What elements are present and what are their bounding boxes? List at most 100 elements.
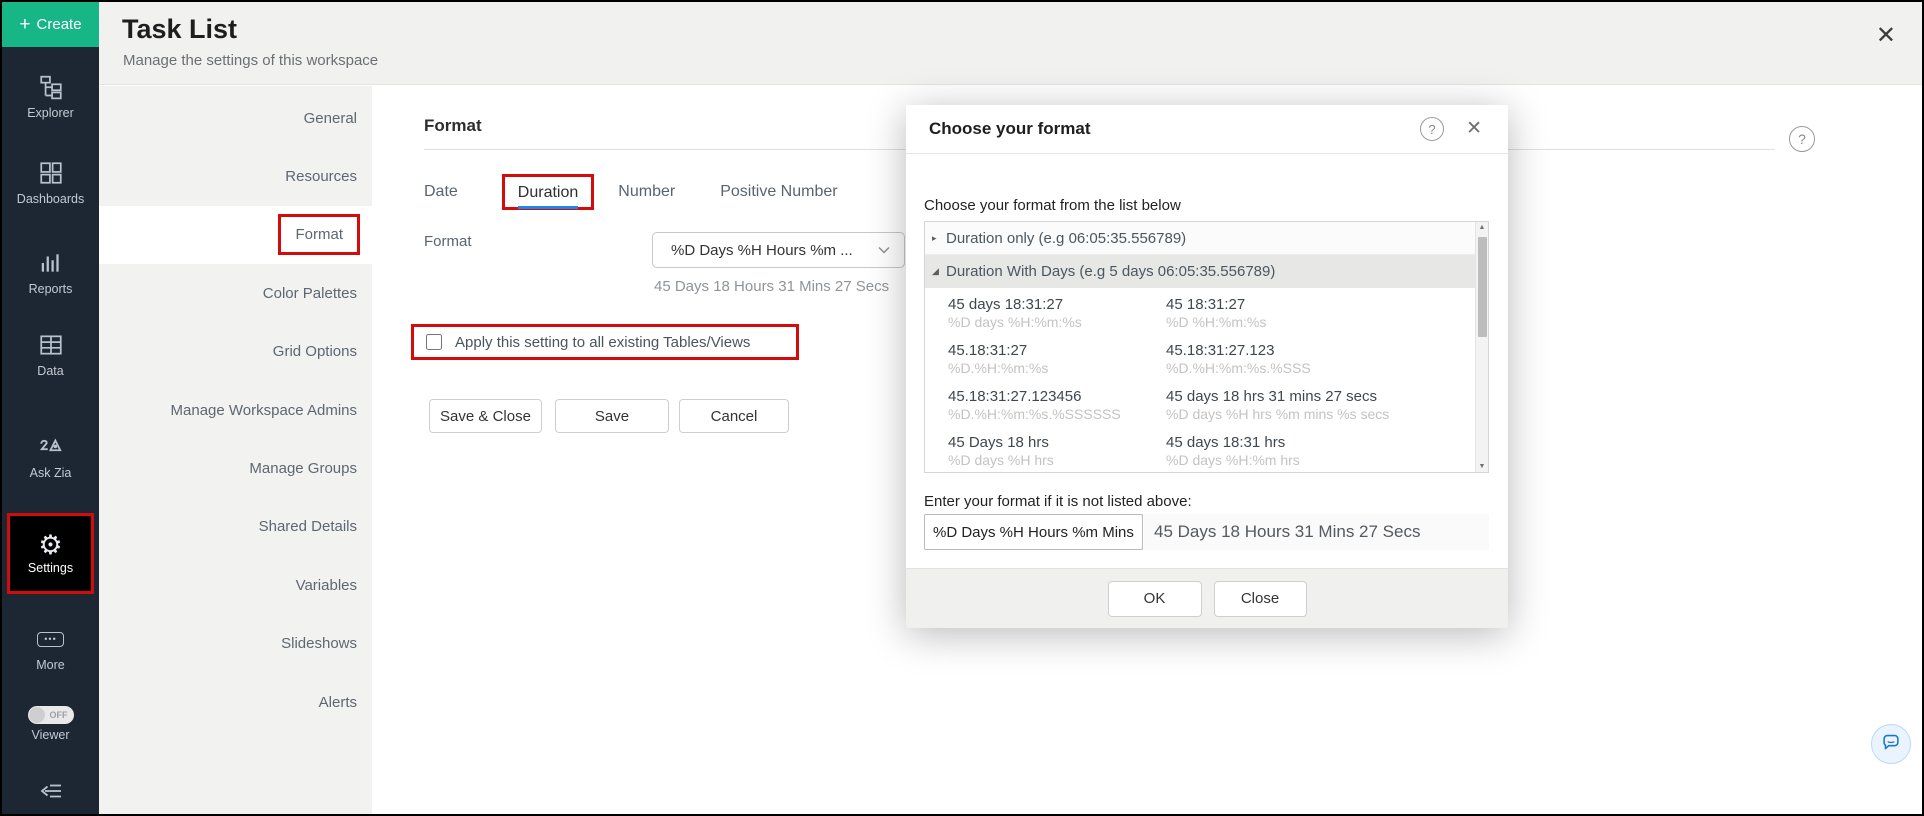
menu-item-shared-details[interactable]: Shared Details <box>99 498 372 556</box>
sidebar-item-label: Data <box>2 364 99 378</box>
page-title: Task List <box>122 14 237 45</box>
format-option[interactable]: 45.18:31:27.123 %D.%H:%m:%s.%SSS <box>1166 342 1488 388</box>
chat-bubble-icon <box>1880 731 1902 758</box>
data-icon <box>2 330 99 360</box>
menu-item-grid-options[interactable]: Grid Options <box>99 323 372 381</box>
scrollbar-thumb[interactable] <box>1478 237 1487 337</box>
menu-item-general[interactable]: General <box>99 89 372 147</box>
group-label: Duration only (e.g 06:05:35.556789) <box>946 230 1186 247</box>
menu-item-label: Alerts <box>319 694 357 711</box>
menu-item-slideshows[interactable]: Slideshows <box>99 615 372 673</box>
help-icon[interactable]: ? <box>1789 126 1815 152</box>
ok-button[interactable]: OK <box>1108 581 1202 617</box>
close-button[interactable]: Close <box>1214 581 1307 617</box>
tab-date[interactable]: Date <box>424 183 458 201</box>
menu-item-label: Resources <box>285 168 357 185</box>
settings-menu: General Resources Format Color Palettes … <box>99 86 372 814</box>
format-option[interactable]: 45.18:31:27 %D.%H:%m:%s <box>948 342 1166 388</box>
custom-format-input[interactable] <box>924 514 1143 550</box>
option-sample: 45.18:31:27 <box>948 342 1166 360</box>
triangle-down-icon: ◢ <box>932 266 946 277</box>
sidebar-item-label: Settings <box>28 561 73 575</box>
page-subtitle: Manage the settings of this workspace <box>123 52 378 69</box>
close-icon[interactable]: ✕ <box>1466 118 1482 141</box>
format-option[interactable]: 45 days 18:31 hrs %D days %H:%m hrs <box>1166 434 1488 473</box>
menu-item-label: Format <box>295 226 343 243</box>
sidebar-item-label: Ask Zia <box>2 466 99 480</box>
sidebar-item-label: More <box>2 658 99 672</box>
apply-setting-checkbox[interactable] <box>426 334 442 350</box>
format-option[interactable]: 45 18:31:27 %D %H:%m:%s <box>1166 296 1488 342</box>
sidebar-item-data[interactable]: Data <box>2 330 99 378</box>
scroll-up-icon[interactable]: ▲ <box>1476 224 1488 231</box>
form-actions: Save & Close Save Cancel <box>429 399 789 433</box>
dialog-footer: OK Close <box>906 568 1508 628</box>
save-button[interactable]: Save <box>555 399 669 433</box>
format-option[interactable]: 45 days 18:31:27 %D days %H:%m:%s <box>948 296 1166 342</box>
sidebar-item-dashboards[interactable]: Dashboards <box>2 158 99 206</box>
tab-positive-number[interactable]: Positive Number <box>720 183 837 201</box>
save-and-close-button[interactable]: Save & Close <box>429 399 542 433</box>
option-format: %D days %H hrs <box>948 452 1166 469</box>
menu-item-label: Color Palettes <box>263 285 357 302</box>
custom-format-preview: 45 Days 18 Hours 31 Mins 27 Secs <box>1144 514 1489 550</box>
option-format: %D.%H:%m:%s.%SSSSSS <box>948 406 1166 423</box>
sidebar-item-viewer: OFF Viewer <box>2 706 99 742</box>
sidebar-item-ask-zia[interactable]: Ask Zia <box>2 432 99 480</box>
cancel-button[interactable]: Cancel <box>679 399 789 433</box>
menu-item-label: Slideshows <box>281 635 357 652</box>
collapse-sidebar-icon <box>2 776 99 806</box>
sidebar-collapse[interactable] <box>2 776 99 810</box>
sidebar-item-more[interactable]: ••• More <box>2 624 99 672</box>
create-button[interactable]: + Create <box>2 2 99 47</box>
sidebar-item-label: Explorer <box>2 106 99 120</box>
close-icon[interactable]: ✕ <box>1876 24 1896 48</box>
format-option[interactable]: 45 Days 18 hrs %D days %H hrs <box>948 434 1166 473</box>
option-sample: 45.18:31:27.123456 <box>948 388 1166 406</box>
menu-item-manage-groups[interactable]: Manage Groups <box>99 439 372 497</box>
menu-item-label: Shared Details <box>259 518 357 535</box>
format-option[interactable]: 45.18:31:27.123456 %D.%H:%m:%s.%SSSSSS <box>948 388 1166 434</box>
option-sample: 45.18:31:27.123 <box>1166 342 1488 360</box>
gear-icon: ⚙ <box>38 532 62 559</box>
sidebar: + Create Explorer Dashboards Reports <box>2 2 99 814</box>
chevron-down-icon <box>878 241 890 259</box>
format-select[interactable]: %D Days %H Hours %m ... <box>652 232 905 268</box>
chat-button[interactable] <box>1871 724 1911 764</box>
page-header: Task List Manage the settings of this wo… <box>99 2 1922 85</box>
annotation-redbox-apply: Apply this setting to all existing Table… <box>411 324 799 360</box>
option-format: %D.%H:%m:%s.%SSS <box>1166 360 1488 377</box>
menu-item-resources[interactable]: Resources <box>99 147 372 205</box>
menu-item-variables[interactable]: Variables <box>99 556 372 614</box>
option-sample: 45 days 18:31:27 <box>948 296 1166 314</box>
group-duration-only[interactable]: ▸ Duration only (e.g 06:05:35.556789) <box>925 222 1488 255</box>
sidebar-item-settings[interactable]: ⚙ Settings <box>7 513 94 594</box>
menu-item-color-palettes[interactable]: Color Palettes <box>99 264 372 322</box>
sidebar-item-reports[interactable]: Reports <box>2 248 99 296</box>
scroll-down-icon[interactable]: ▼ <box>1476 463 1488 470</box>
group-duration-with-days[interactable]: ◢ Duration With Days (e.g 5 days 06:05:3… <box>925 255 1488 288</box>
format-field-label: Format <box>424 233 472 250</box>
toggle-state-label: OFF <box>50 710 68 720</box>
scrollbar[interactable]: ▲ ▼ <box>1475 222 1488 472</box>
format-tabs: Date Duration Number Positive Number <box>424 165 838 219</box>
option-sample: 45 days 18:31 hrs <box>1166 434 1488 452</box>
annotation-redbox-format: Format <box>278 214 360 255</box>
menu-item-label: General <box>304 110 357 127</box>
option-sample: 45 days 18 hrs 31 mins 27 secs <box>1166 388 1488 406</box>
menu-item-alerts[interactable]: Alerts <box>99 673 372 731</box>
reports-icon <box>2 248 99 278</box>
format-listbox: ▸ Duration only (e.g 06:05:35.556789) ◢ … <box>924 221 1489 473</box>
viewer-toggle[interactable]: OFF <box>28 706 74 724</box>
sidebar-item-label: Viewer <box>2 728 99 742</box>
menu-item-format[interactable]: Format <box>99 206 372 264</box>
format-option[interactable]: 45 days 18 hrs 31 mins 27 secs %D days %… <box>1166 388 1488 434</box>
help-icon[interactable]: ? <box>1420 117 1444 141</box>
option-format: %D days %H hrs %m mins %s secs <box>1166 406 1488 423</box>
tab-number[interactable]: Number <box>618 183 675 201</box>
tab-duration[interactable]: Duration <box>518 184 578 209</box>
custom-format-label: Enter your format if it is not listed ab… <box>924 493 1192 510</box>
sidebar-item-explorer[interactable]: Explorer <box>2 72 99 120</box>
menu-item-label: Grid Options <box>273 343 357 360</box>
menu-item-manage-workspace-admins[interactable]: Manage Workspace Admins <box>99 381 372 439</box>
